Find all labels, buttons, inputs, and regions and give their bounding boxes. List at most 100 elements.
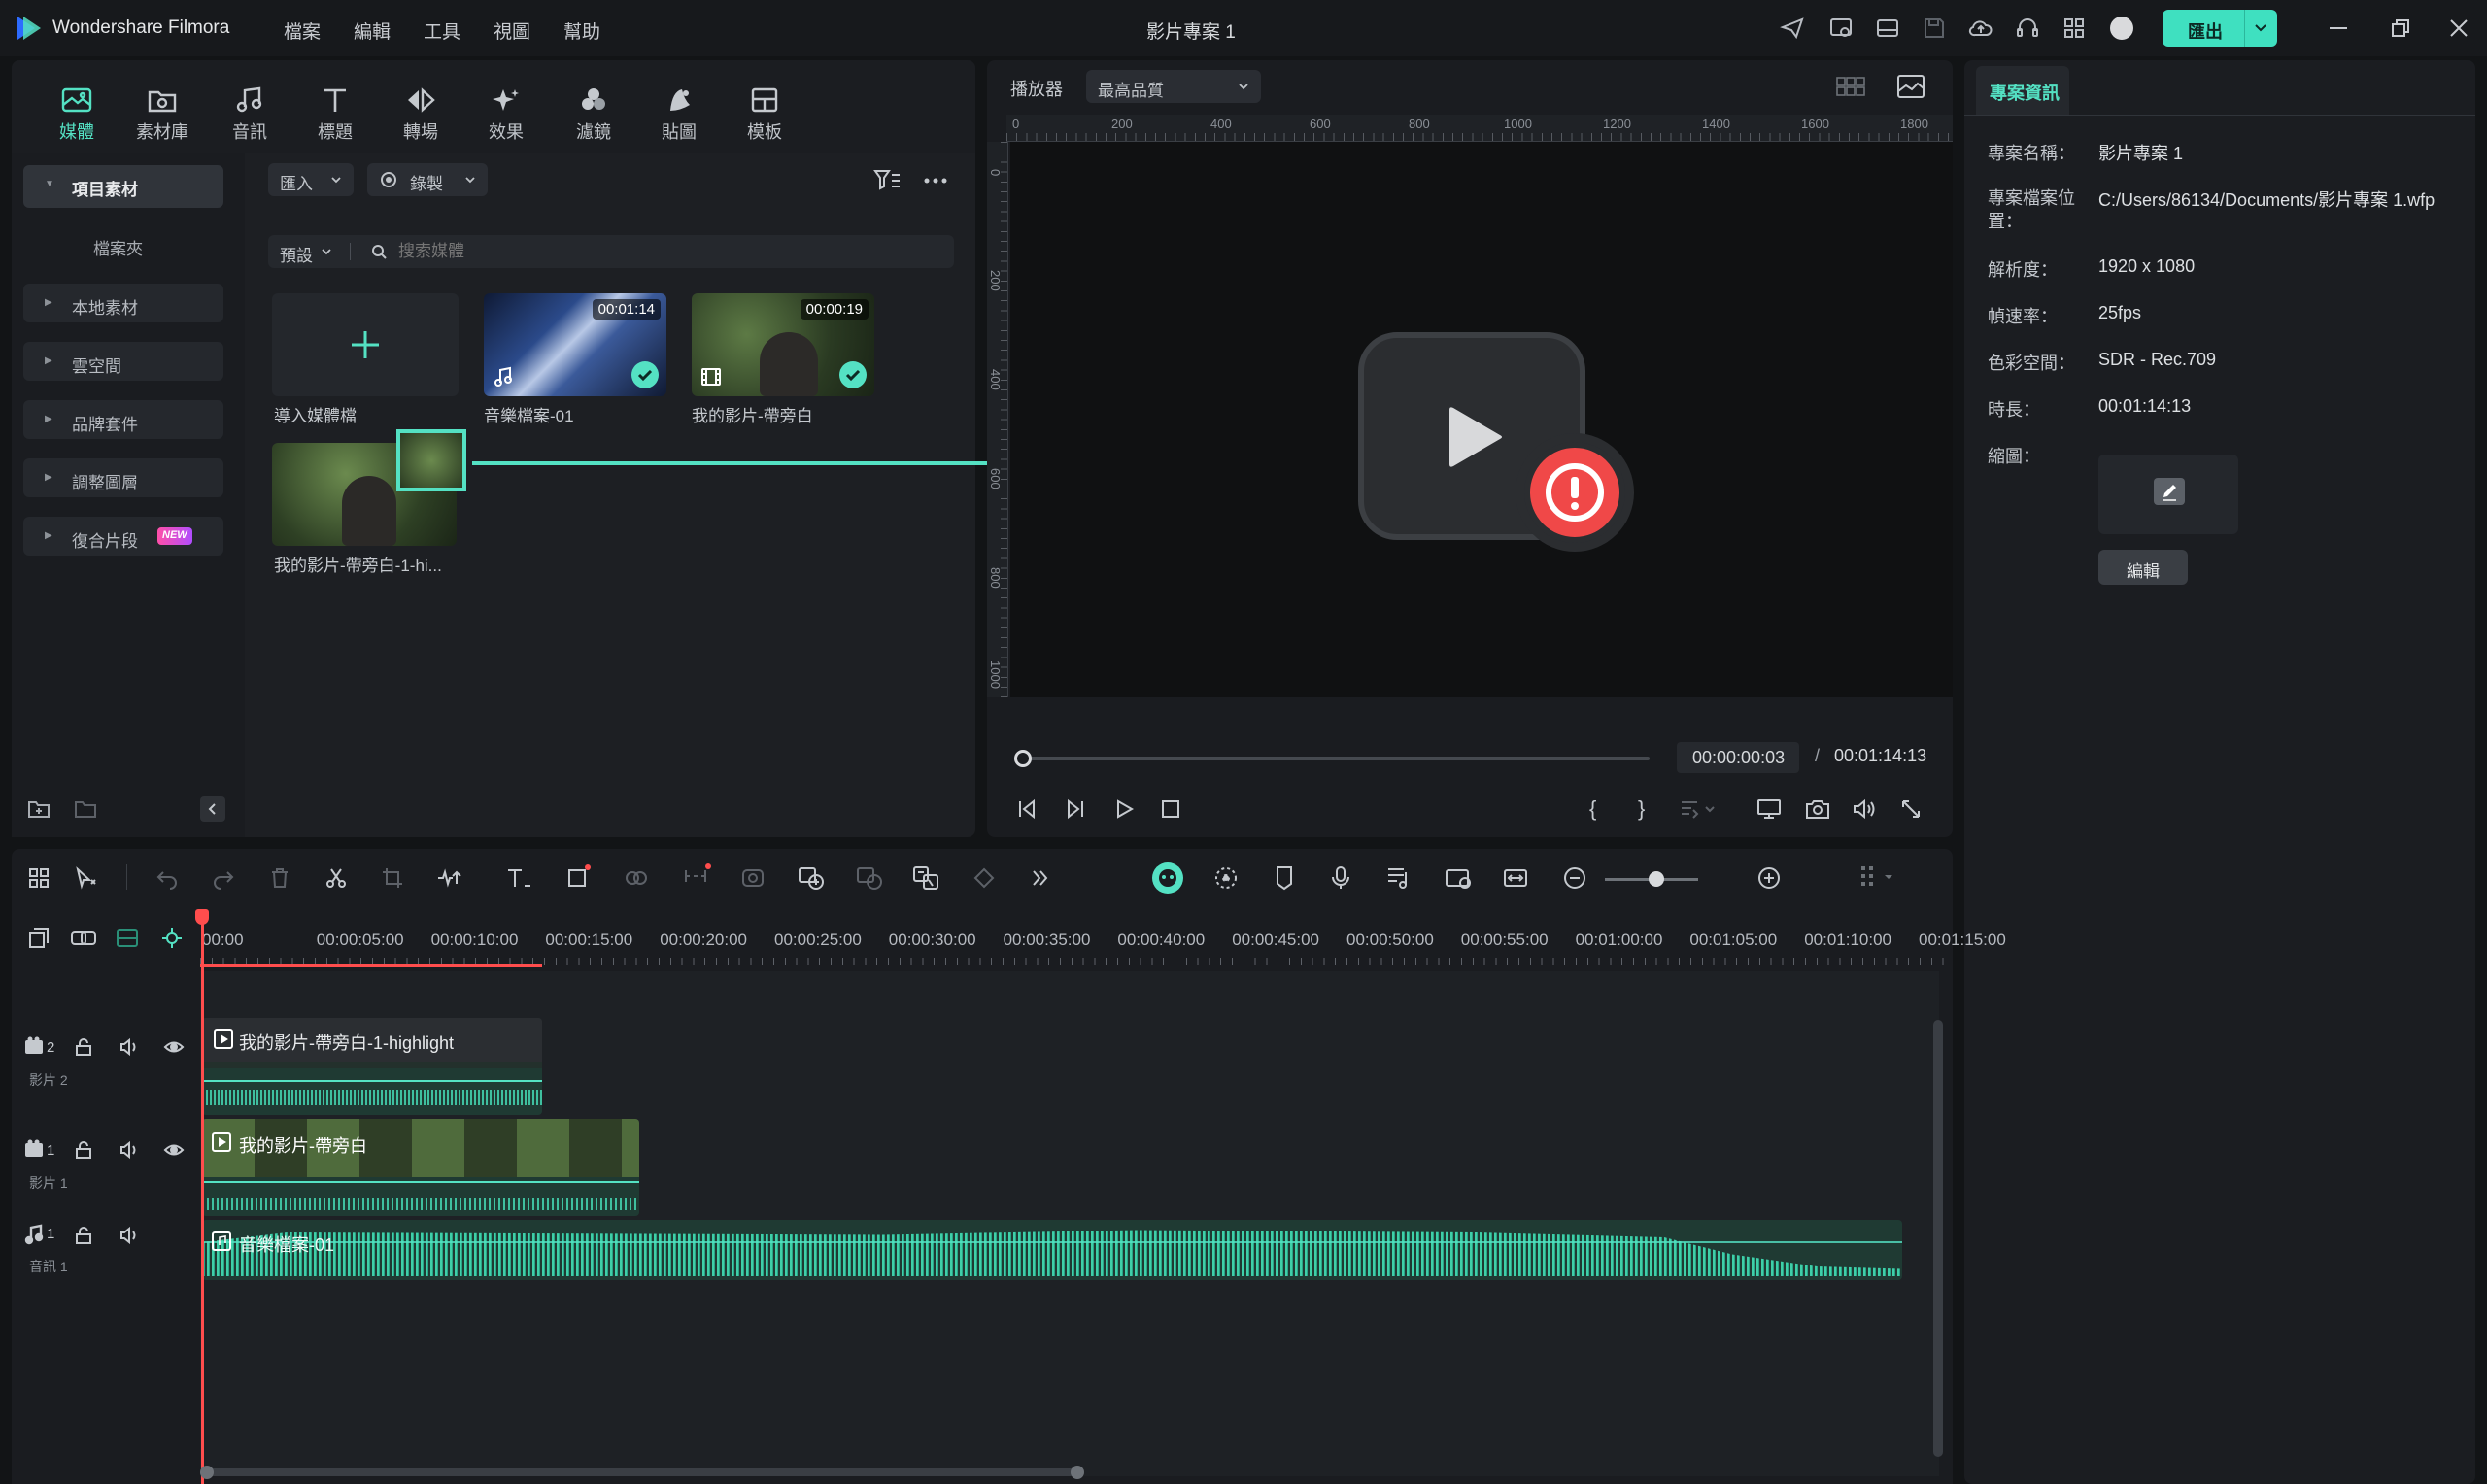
grid-view-icon[interactable] — [1836, 76, 1865, 97]
send-icon[interactable] — [1780, 16, 1805, 41]
thumbnail-preview[interactable] — [2098, 455, 2238, 534]
tab-project-info[interactable]: 專案資訊 — [1976, 66, 2069, 115]
record-dropdown[interactable]: 錄製 — [367, 163, 488, 196]
chevron-down-icon[interactable] — [2254, 22, 2267, 34]
toolbar-stock[interactable]: 素材庫 — [128, 80, 196, 148]
mark-out-icon[interactable]: } — [1638, 796, 1645, 822]
sort-dropdown[interactable]: 預設 — [280, 242, 313, 266]
timeline-vertical-scrollbar[interactable] — [1933, 1020, 1943, 1457]
next-frame-icon[interactable] — [1065, 798, 1086, 820]
select-tool-icon[interactable] — [74, 866, 99, 890]
folder-icon[interactable] — [74, 798, 97, 820]
pip-icon[interactable] — [1444, 864, 1473, 892]
restore-icon[interactable] — [2390, 17, 2411, 39]
zoom-slider-knob[interactable] — [1648, 871, 1664, 887]
ai-mate-icon[interactable] — [1152, 862, 1183, 894]
delete-icon[interactable] — [268, 866, 291, 890]
image-view-icon[interactable] — [1896, 74, 1925, 99]
sidebar-item-cloud[interactable]: ▶ 雲空間 — [23, 342, 223, 381]
auto-ripple-icon[interactable] — [115, 927, 140, 950]
filter-sort-icon[interactable] — [872, 167, 902, 192]
mark-in-icon[interactable]: { — [1589, 796, 1596, 822]
lock-icon[interactable] — [74, 1226, 93, 1245]
media-thumb-music[interactable]: 00:01:14 — [484, 293, 666, 396]
playback-progress-knob[interactable] — [1014, 750, 1032, 767]
more-tools-icon[interactable] — [1028, 866, 1051, 890]
playhead-handle[interactable] — [195, 909, 209, 925]
snapshot-icon[interactable] — [1805, 798, 1830, 820]
timeline-horizontal-scrollbar[interactable] — [200, 1466, 1084, 1479]
layout-icon[interactable] — [1875, 16, 1900, 41]
save-icon[interactable] — [1922, 16, 1947, 41]
menu-view[interactable]: 視圖 — [494, 17, 530, 44]
stop-button[interactable] — [1160, 798, 1181, 820]
playback-progress-track[interactable] — [1014, 750, 1650, 767]
monitor-icon[interactable] — [1756, 798, 1782, 820]
keyframe-icon[interactable] — [971, 866, 997, 890]
text-tool-icon[interactable] — [505, 866, 532, 890]
menu-help[interactable]: 幫助 — [563, 17, 600, 44]
microphone-icon[interactable] — [1329, 864, 1352, 892]
audio-stretch-icon[interactable] — [1385, 864, 1411, 892]
more-icon[interactable] — [923, 177, 948, 185]
minimize-icon[interactable] — [2330, 27, 2347, 29]
speaker-icon[interactable] — [119, 1140, 140, 1160]
sidebar-item-folder[interactable]: 檔案夾 — [93, 235, 143, 259]
eye-icon[interactable] — [163, 1140, 185, 1160]
translate-icon[interactable] — [911, 864, 940, 892]
toolbar-transitions[interactable]: 轉場 — [387, 80, 455, 148]
undo-icon[interactable] — [155, 866, 179, 890]
split-scissors-icon[interactable] — [324, 866, 348, 890]
layout-grid-icon[interactable] — [27, 866, 51, 890]
audio-split-icon[interactable] — [435, 866, 464, 890]
zoom-out-icon[interactable] — [1562, 864, 1587, 892]
eye-icon[interactable] — [163, 1037, 185, 1057]
toolbar-titles[interactable]: 標題 — [301, 80, 369, 148]
quality-dropdown[interactable]: 最高品質 — [1086, 70, 1261, 103]
redo-icon[interactable] — [212, 866, 235, 890]
ai-text-icon[interactable] — [797, 864, 826, 892]
timeline-settings-icon[interactable] — [1857, 862, 1896, 892]
import-media-tile[interactable] — [272, 293, 459, 396]
link-icon[interactable] — [70, 927, 97, 950]
cloud-upload-icon[interactable] — [1968, 16, 1993, 41]
drag-preview-thumb[interactable] — [396, 429, 466, 491]
speed-icon[interactable] — [682, 862, 711, 890]
add-track-icon[interactable] — [27, 927, 51, 950]
toolbar-effects[interactable]: 效果 — [472, 80, 540, 148]
play-button[interactable] — [1113, 798, 1135, 820]
toolbar-audio[interactable]: 音訊 — [216, 80, 284, 148]
speaker-icon[interactable] — [119, 1037, 140, 1057]
clip-video-2[interactable]: 我的影片-帶旁白-1-highlight — [202, 1018, 542, 1115]
lock-icon[interactable] — [74, 1140, 93, 1160]
stabilize-icon[interactable] — [740, 866, 766, 890]
sidebar-item-local[interactable]: ▶ 本地素材 — [23, 284, 223, 322]
crop-zoom-icon[interactable] — [565, 862, 593, 890]
marker-icon[interactable] — [1273, 864, 1296, 892]
zoom-in-icon[interactable] — [1756, 864, 1782, 892]
magnet-snap-icon[interactable] — [159, 927, 185, 950]
insert-icon[interactable] — [1679, 798, 1718, 820]
toolbar-templates[interactable]: 模板 — [731, 80, 799, 148]
sidebar-item-adjustment-layer[interactable]: ▶ 調整圖層 — [23, 458, 223, 497]
export-button[interactable]: 匯出 — [2163, 10, 2277, 47]
lock-icon[interactable] — [74, 1037, 93, 1057]
zoom-slider[interactable] — [1605, 871, 1698, 887]
clip-video-1[interactable]: 我的影片-帶旁白 — [202, 1119, 639, 1216]
collapse-sidebar-button[interactable] — [200, 796, 225, 822]
clip-audio-1[interactable]: 音樂檔案-01 — [202, 1220, 1902, 1280]
project-settings-icon[interactable] — [1828, 16, 1854, 41]
render-preview-icon[interactable] — [1212, 864, 1240, 892]
edit-thumbnail-button[interactable]: 編輯 — [2098, 550, 2188, 585]
sidebar-item-compound-clip[interactable]: ▶ 復合片段 NEW — [23, 517, 223, 556]
current-time[interactable]: 00:00:00:03 — [1677, 742, 1799, 773]
timeline-ruler[interactable]: 00:00 00:00:05:00 00:00:10:00 00:00:15:00 00… — [200, 913, 2006, 971]
import-dropdown[interactable]: 匯入 — [268, 163, 354, 196]
volume-icon[interactable] — [1852, 798, 1877, 820]
menu-edit[interactable]: 編輯 — [354, 17, 391, 44]
prev-frame-icon[interactable] — [1016, 798, 1038, 820]
menu-file[interactable]: 檔案 — [284, 17, 321, 44]
close-icon[interactable] — [2448, 17, 2470, 39]
headset-icon[interactable] — [2015, 16, 2040, 41]
color-match-icon[interactable] — [624, 866, 649, 890]
